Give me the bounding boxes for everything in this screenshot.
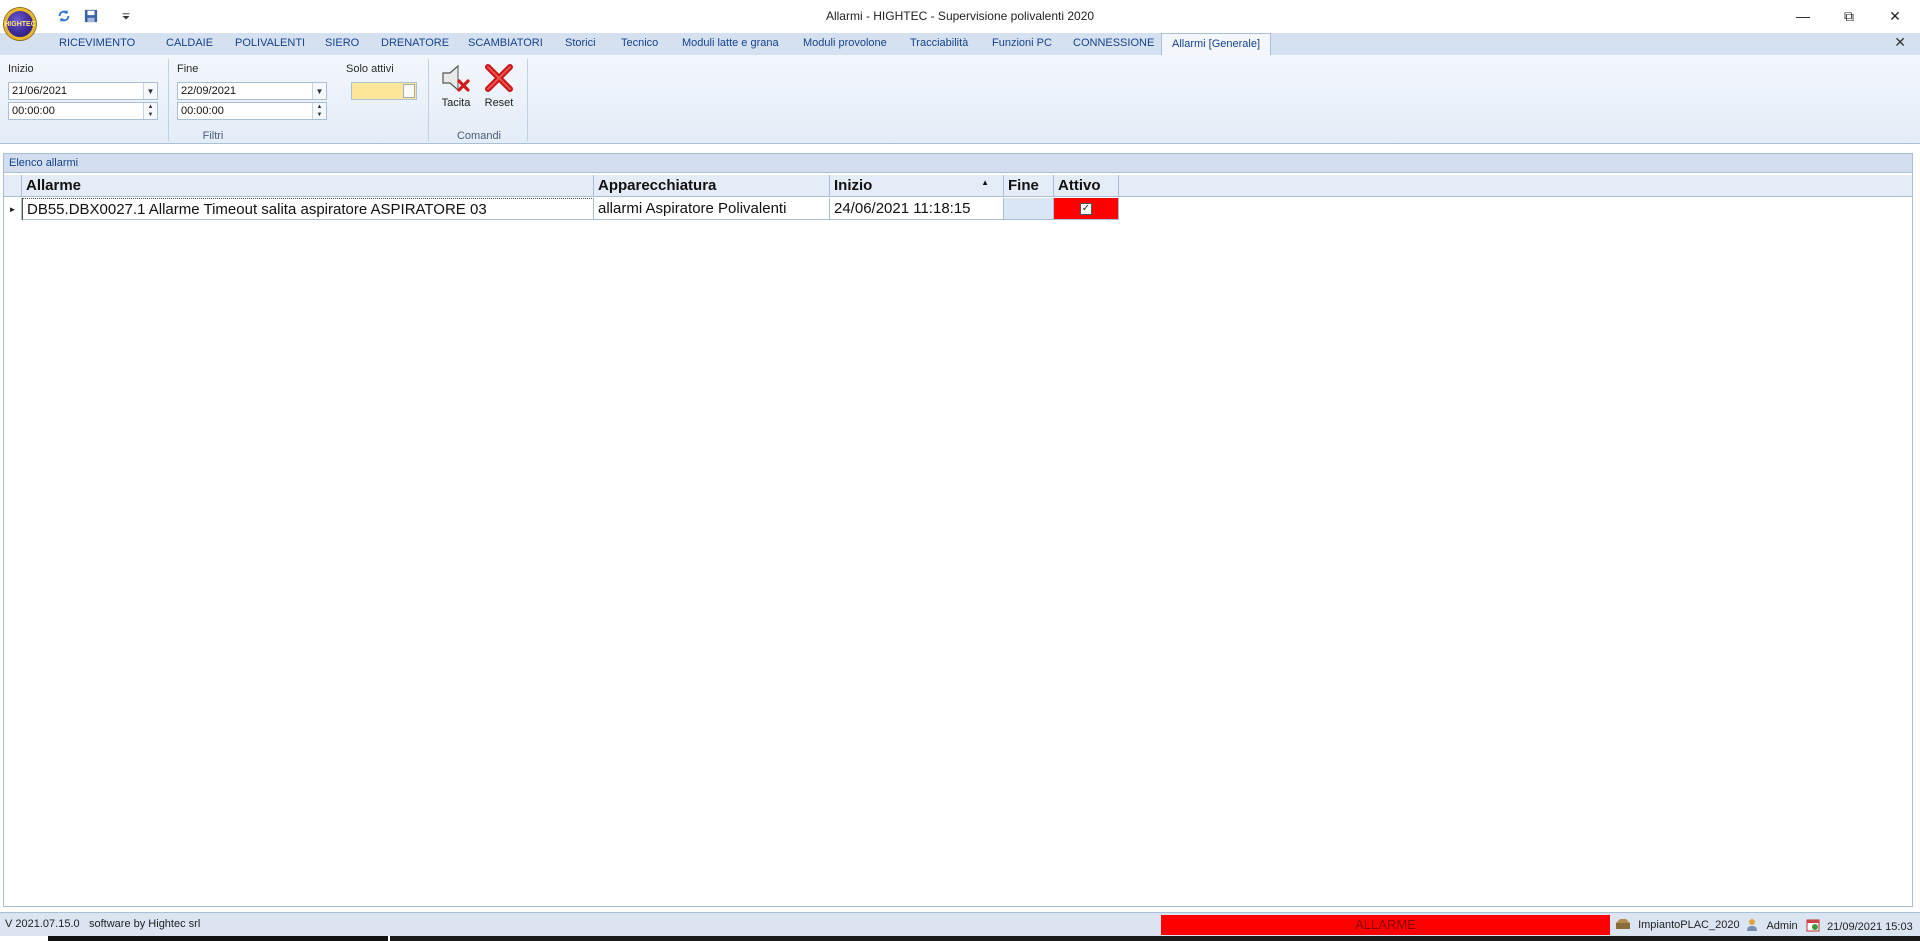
col-fine[interactable]: Fine [1004, 175, 1054, 197]
ribbon-tabstrip: RICEVIMENTO CALDAIE POLIVALENTI SIERO DR… [0, 33, 1920, 55]
version-text: V 2021.07.15.0 [5, 918, 80, 930]
plant-status: ImpiantoPLAC_2020 [1615, 918, 1740, 931]
cell-apparecchiatura[interactable]: allarmi Aspiratore Polivalenti [594, 198, 830, 220]
tab-siero[interactable]: SIERO [315, 33, 369, 55]
tab-moduli-provolone[interactable]: Moduli provolone [793, 33, 897, 55]
datetime-status: 21/09/2021 15:03 [1806, 918, 1913, 933]
plant-name: ImpiantoPLAC_2020 [1638, 919, 1740, 931]
tab-storici[interactable]: Storici [555, 33, 606, 55]
tab-scambiatori[interactable]: SCAMBIATORI [458, 33, 553, 55]
solo-attivi-toggle[interactable] [351, 82, 417, 100]
tab-allarmi-generale[interactable]: Allarmi [Generale] [1161, 33, 1271, 55]
user-name: Admin [1766, 920, 1798, 932]
fine-time-spinner[interactable]: ▲ ▼ [312, 103, 326, 119]
window-title: Allarmi - HIGHTEC - Supervisione polival… [825, 9, 1095, 23]
restore-button[interactable]: ⧉ [1826, 0, 1872, 32]
tab-ricevimento[interactable]: RICEVIMENTO [49, 33, 145, 55]
tab-drenatore[interactable]: DRENATORE [371, 33, 459, 55]
inizio-time-spinner[interactable]: ▲ ▼ [143, 103, 157, 119]
fine-date-value: 22/09/2021 [181, 85, 237, 97]
minimize-button[interactable]: — [1780, 0, 1826, 32]
logo-text: HIGHTEC [4, 20, 36, 28]
row-pointer-icon: ► [4, 198, 22, 220]
tab-connessione[interactable]: CONNESSIONE [1063, 33, 1164, 55]
fine-date-field[interactable]: 22/09/2021 ▼ [177, 82, 327, 100]
reset-x-icon [485, 64, 513, 92]
comandi-group-caption: Comandi [456, 130, 502, 142]
ribbon: Inizio 21/06/2021 ▼ 00:00:00 ▲ ▼ Fine 22/… [0, 55, 1920, 144]
mute-speaker-icon [442, 64, 470, 92]
close-window-button[interactable]: ✕ [1872, 0, 1918, 32]
fine-label: Fine [177, 63, 199, 75]
ribbon-separator [168, 59, 169, 141]
tab-funzioni-pc[interactable]: Funzioni PC [982, 33, 1062, 55]
user-icon [1747, 919, 1757, 931]
fine-time-value: 00:00:00 [181, 105, 224, 117]
reset-button[interactable]: Reset [479, 61, 519, 109]
panel-title: Elenco allarmi [3, 153, 1913, 173]
status-bar: V 2021.07.15.0 software by Hightec srl A… [0, 912, 1920, 936]
col-allarme[interactable]: Allarme [22, 175, 594, 197]
toggle-knob [403, 84, 415, 98]
plant-icon [1616, 919, 1630, 929]
table-row[interactable]: ► DB55.DBX0027.1 Allarme Timeout salita … [4, 198, 1119, 220]
cell-fine[interactable] [1004, 198, 1054, 220]
tab-tecnico[interactable]: Tecnico [611, 33, 668, 55]
taskbar-edge [0, 936, 1920, 941]
chevron-down-icon[interactable]: ▼ [143, 83, 157, 99]
reset-label: Reset [484, 97, 514, 109]
cell-allarme[interactable]: DB55.DBX0027.1 Allarme Timeout salita as… [22, 198, 594, 220]
close-tab-icon[interactable]: ✕ [1894, 34, 1906, 51]
col-inizio[interactable]: Inizio ▲ [830, 175, 1004, 197]
inizio-time-value: 00:00:00 [12, 105, 55, 117]
sort-ascending-icon: ▲ [981, 178, 989, 187]
calendar-clock-icon [1806, 919, 1820, 932]
cell-inizio[interactable]: 24/06/2021 11:18:15 [830, 198, 1004, 220]
tab-moduli-latte-e-grana[interactable]: Moduli latte e grana [672, 33, 789, 55]
credits-text: software by Hightec srl [89, 918, 201, 930]
title-bar: HIGHTEC Allarmi - HIGHTEC - Supervisione… [0, 0, 1920, 40]
inizio-date-field[interactable]: 21/06/2021 ▼ [8, 82, 158, 100]
alarm-status-bar[interactable]: ALLARME [1161, 915, 1610, 935]
ribbon-separator [428, 59, 429, 141]
attivo-checkbox[interactable]: ✓ [1080, 203, 1092, 215]
chevron-down-icon[interactable]: ▼ [312, 83, 326, 99]
app-logo[interactable]: HIGHTEC [4, 8, 36, 40]
header-corner [4, 175, 22, 197]
tab-caldaie[interactable]: CALDAIE [156, 33, 223, 55]
tacita-label: Tacita [441, 97, 471, 109]
ribbon-separator [527, 59, 528, 141]
datetime-value: 21/09/2021 15:03 [1827, 921, 1913, 933]
solo-attivi-label: Solo attivi [346, 63, 394, 75]
tab-tracciabilita[interactable]: Tracciabilità [900, 33, 978, 55]
user-status: Admin [1746, 918, 1798, 932]
filtri-group-caption: Filtri [202, 130, 224, 142]
alarm-grid: Allarme Apparecchiatura Inizio ▲ Fine At… [3, 173, 1913, 907]
fine-time-field[interactable]: 00:00:00 ▲ ▼ [177, 102, 327, 120]
col-inizio-label: Inizio [834, 177, 873, 194]
col-apparecchiatura[interactable]: Apparecchiatura [594, 175, 830, 197]
cell-attivo[interactable]: ✓ [1054, 198, 1119, 220]
tab-polivalenti[interactable]: POLIVALENTI [225, 33, 315, 55]
grid-header: Allarme Apparecchiatura Inizio ▲ Fine At… [4, 175, 1912, 197]
inizio-time-field[interactable]: 00:00:00 ▲ ▼ [8, 102, 158, 120]
col-attivo[interactable]: Attivo [1054, 175, 1119, 197]
inizio-label: Inizio [8, 63, 34, 75]
inizio-date-value: 21/06/2021 [12, 85, 68, 97]
tacita-button[interactable]: Tacita [436, 61, 476, 109]
